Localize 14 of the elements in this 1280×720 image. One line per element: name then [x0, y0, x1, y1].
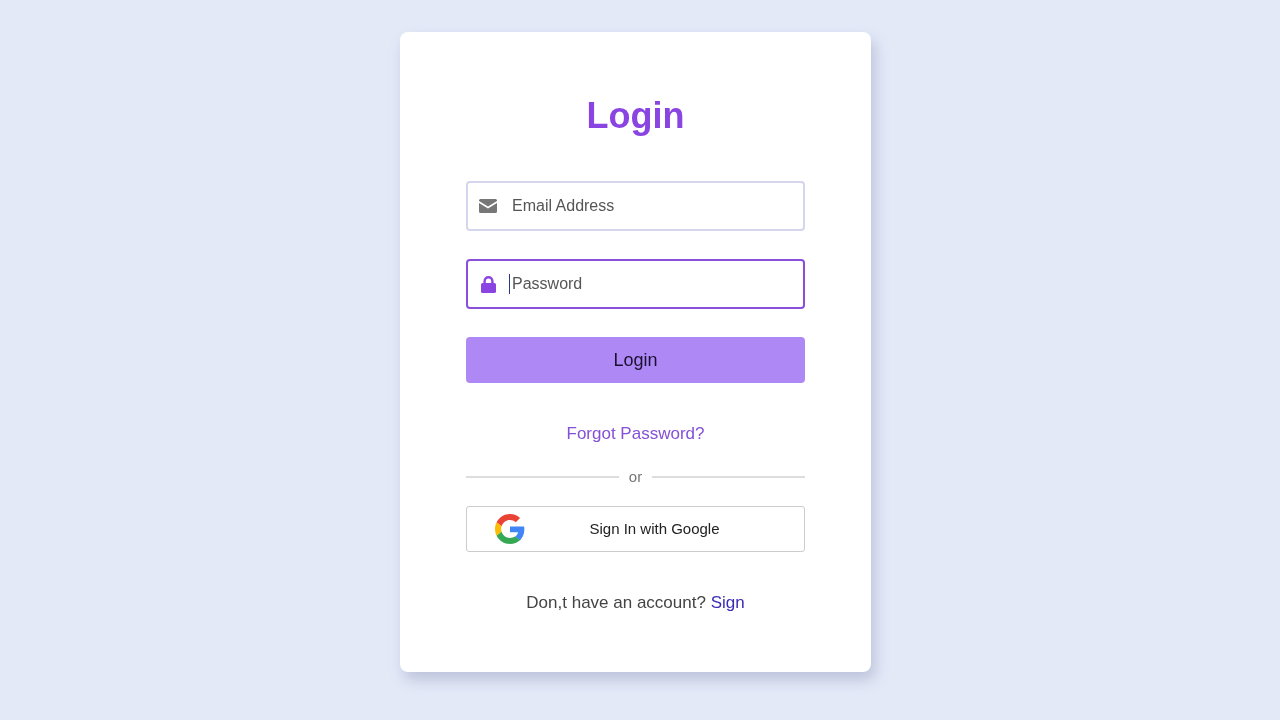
lock-icon [480, 275, 496, 293]
login-title: Login [586, 94, 685, 138]
sign-up-prompt: Don,t have an account? Sign [526, 592, 745, 614]
envelope-icon [479, 199, 497, 213]
text-cursor-icon [509, 274, 510, 294]
login-button[interactable]: Login [466, 337, 805, 383]
google-logo-icon [495, 514, 525, 544]
password-field[interactable]: Password [466, 259, 805, 309]
email-field[interactable]: Email Address [466, 181, 805, 231]
google-sign-in-label: Sign In with Google [589, 518, 720, 539]
divider-text: or [628, 466, 643, 487]
sign-up-link[interactable]: Sign [710, 593, 745, 612]
google-sign-in-button[interactable]: Sign In with Google [466, 506, 805, 552]
forgot-password-link[interactable]: Forgot Password? [566, 422, 705, 446]
